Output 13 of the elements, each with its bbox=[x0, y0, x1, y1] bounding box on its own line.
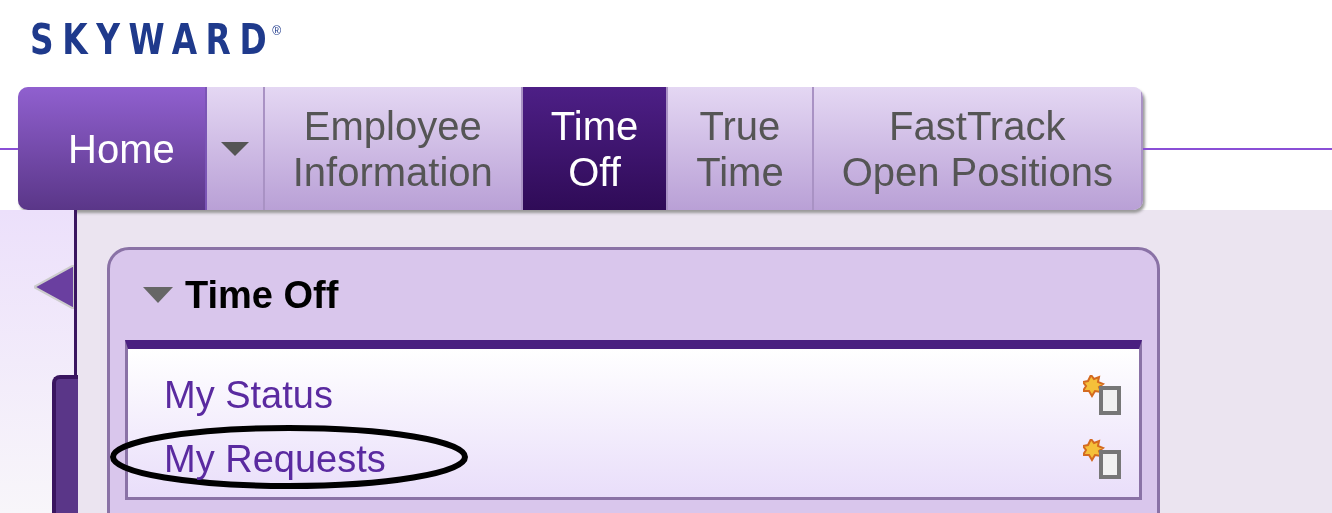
home-tab[interactable]: Home bbox=[18, 87, 207, 210]
nav-tab[interactable]: True Time bbox=[668, 87, 814, 210]
caret-icon bbox=[220, 141, 249, 156]
nav-tab[interactable]: FastTrack Open Positions bbox=[813, 87, 1143, 210]
new-item-icon bbox=[1083, 375, 1121, 415]
collapse-arrow-icon[interactable] bbox=[34, 265, 74, 309]
menu-link[interactable]: My Status bbox=[164, 373, 333, 417]
nav-tab[interactable]: Time Off bbox=[522, 87, 669, 210]
nav-tab[interactable]: Employee Information bbox=[264, 87, 523, 210]
new-item-icon bbox=[1083, 439, 1121, 479]
expand-triangle-icon[interactable] bbox=[143, 287, 173, 303]
dropdown-button[interactable] bbox=[206, 87, 265, 210]
panel-title: Time Off bbox=[185, 273, 339, 317]
